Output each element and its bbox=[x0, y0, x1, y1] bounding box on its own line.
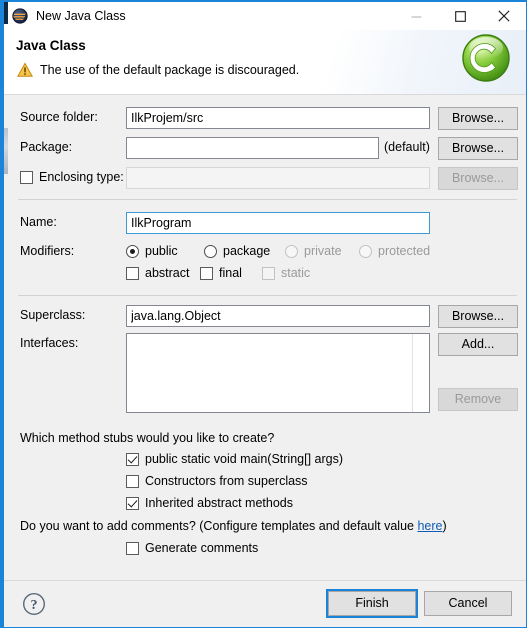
radio-private-label: private bbox=[304, 244, 342, 258]
source-folder-input[interactable] bbox=[126, 107, 430, 129]
comments-question-after: ) bbox=[442, 519, 447, 533]
page-title: Java Class bbox=[16, 38, 86, 53]
header-message-row: The use of the default package is discou… bbox=[16, 62, 300, 78]
checkbox-final-label: final bbox=[219, 266, 242, 280]
dialog-header: Java Class The use of the default packag… bbox=[4, 30, 526, 95]
interfaces-list[interactable] bbox=[126, 333, 430, 413]
close-icon[interactable] bbox=[482, 2, 526, 30]
configure-templates-link[interactable]: here bbox=[417, 519, 442, 533]
header-message: The use of the default package is discou… bbox=[40, 63, 300, 77]
modifiers-label: Modifiers: bbox=[20, 244, 75, 258]
name-input[interactable] bbox=[126, 212, 430, 234]
checkbox-inherited-box bbox=[126, 496, 139, 510]
method-stubs-question: Which method stubs would you like to cre… bbox=[20, 431, 275, 445]
comments-question: Do you want to add comments? (Configure … bbox=[20, 519, 447, 533]
checkbox-generate-comments-label: Generate comments bbox=[145, 541, 259, 555]
interfaces-label: Interfaces: bbox=[20, 336, 79, 350]
eclipse-icon bbox=[12, 8, 28, 24]
superclass-label: Superclass: bbox=[20, 308, 86, 322]
warning-icon bbox=[16, 62, 34, 78]
enclosing-type-input bbox=[126, 167, 430, 189]
checkbox-generate-comments-box bbox=[126, 541, 139, 555]
stub-checkbox-inherited[interactable]: Inherited abstract methods bbox=[126, 496, 293, 510]
radio-public-label: public bbox=[145, 244, 178, 258]
enclosing-type-label: Enclosing type: bbox=[39, 170, 124, 184]
background-window-sliver bbox=[4, 2, 8, 24]
modifier-radio-package[interactable]: package bbox=[204, 244, 270, 258]
radio-public-dot bbox=[126, 244, 139, 258]
interfaces-row: Interfaces: Add... Remove bbox=[4, 333, 526, 423]
checkbox-static-label: static bbox=[281, 266, 311, 280]
name-label: Name: bbox=[20, 215, 57, 229]
package-default-hint: (default) bbox=[384, 140, 430, 154]
modifier-checkbox-abstract[interactable]: abstract bbox=[126, 266, 189, 280]
checkbox-abstract-label: abstract bbox=[145, 266, 190, 280]
dialog-footer: ? Finish Cancel bbox=[4, 580, 526, 627]
source-folder-label: Source folder: bbox=[20, 110, 98, 124]
svg-text:?: ? bbox=[31, 598, 38, 613]
enclosing-type-checkbox[interactable]: Enclosing type: bbox=[20, 170, 124, 184]
radio-package-dot bbox=[204, 244, 217, 258]
checkbox-static-box bbox=[262, 266, 275, 280]
checkbox-main-label: public static void main(String[] args) bbox=[145, 452, 343, 466]
superclass-browse-button[interactable]: Browse... bbox=[438, 305, 518, 328]
enclosing-type-checkbox-box bbox=[20, 170, 33, 184]
interfaces-remove-button: Remove bbox=[438, 388, 518, 411]
radio-private-dot bbox=[285, 244, 298, 258]
modifiers-row: Modifiers: public package private protec… bbox=[4, 241, 526, 285]
modifier-checkbox-final[interactable]: final bbox=[200, 266, 242, 280]
new-java-class-dialog: New Java Class Java Class The use of the… bbox=[0, 0, 527, 628]
window-title: New Java Class bbox=[36, 9, 126, 23]
java-class-c-icon bbox=[460, 32, 512, 84]
comments-question-before: Do you want to add comments? (Configure … bbox=[20, 519, 418, 533]
package-input[interactable] bbox=[126, 137, 379, 159]
enclosing-type-row: Enclosing type: Browse... bbox=[4, 167, 526, 190]
maximize-icon[interactable] bbox=[438, 2, 482, 30]
source-folder-row: Source folder: Browse... bbox=[4, 107, 526, 130]
generate-comments-checkbox[interactable]: Generate comments bbox=[126, 541, 258, 555]
stub-checkbox-main[interactable]: public static void main(String[] args) bbox=[126, 452, 343, 466]
help-icon[interactable]: ? bbox=[22, 592, 46, 616]
separator-middle bbox=[18, 295, 517, 296]
finish-button[interactable]: Finish bbox=[326, 589, 418, 618]
stub-checkbox-constructors[interactable]: Constructors from superclass bbox=[126, 474, 308, 488]
superclass-row: Superclass: Browse... bbox=[4, 305, 526, 328]
minimize-icon[interactable] bbox=[394, 2, 438, 30]
radio-package-label: package bbox=[223, 244, 271, 258]
dialog-body: Source folder: Browse... Package: (defau… bbox=[4, 95, 526, 584]
package-label: Package: bbox=[20, 140, 73, 154]
name-row: Name: bbox=[4, 212, 526, 234]
modifier-radio-private: private bbox=[285, 244, 342, 258]
interfaces-list-divider bbox=[412, 334, 413, 412]
modifier-radio-public[interactable]: public bbox=[126, 244, 178, 258]
package-row: Package: (default) Browse... bbox=[4, 137, 526, 160]
radio-protected-label: protected bbox=[378, 244, 431, 258]
modifier-radio-protected: protected bbox=[359, 244, 430, 258]
cancel-button[interactable]: Cancel bbox=[424, 591, 512, 616]
separator-top bbox=[18, 199, 517, 200]
package-browse-button[interactable]: Browse... bbox=[438, 137, 518, 160]
enclosing-type-browse-button: Browse... bbox=[438, 167, 518, 190]
checkbox-inherited-label: Inherited abstract methods bbox=[145, 496, 293, 510]
source-folder-browse-button[interactable]: Browse... bbox=[438, 107, 518, 130]
radio-protected-dot bbox=[359, 244, 372, 258]
checkbox-final-box bbox=[200, 266, 213, 280]
background-window-artifact bbox=[4, 128, 8, 174]
window-controls bbox=[394, 2, 526, 30]
superclass-input[interactable] bbox=[126, 305, 430, 327]
checkbox-constructors-label: Constructors from superclass bbox=[145, 474, 308, 488]
interfaces-add-button[interactable]: Add... bbox=[438, 333, 518, 356]
checkbox-abstract-box bbox=[126, 266, 139, 280]
checkbox-main-box bbox=[126, 452, 139, 466]
modifier-checkbox-static: static bbox=[262, 266, 310, 280]
checkbox-constructors-box bbox=[126, 474, 139, 488]
title-bar: New Java Class bbox=[4, 2, 526, 30]
